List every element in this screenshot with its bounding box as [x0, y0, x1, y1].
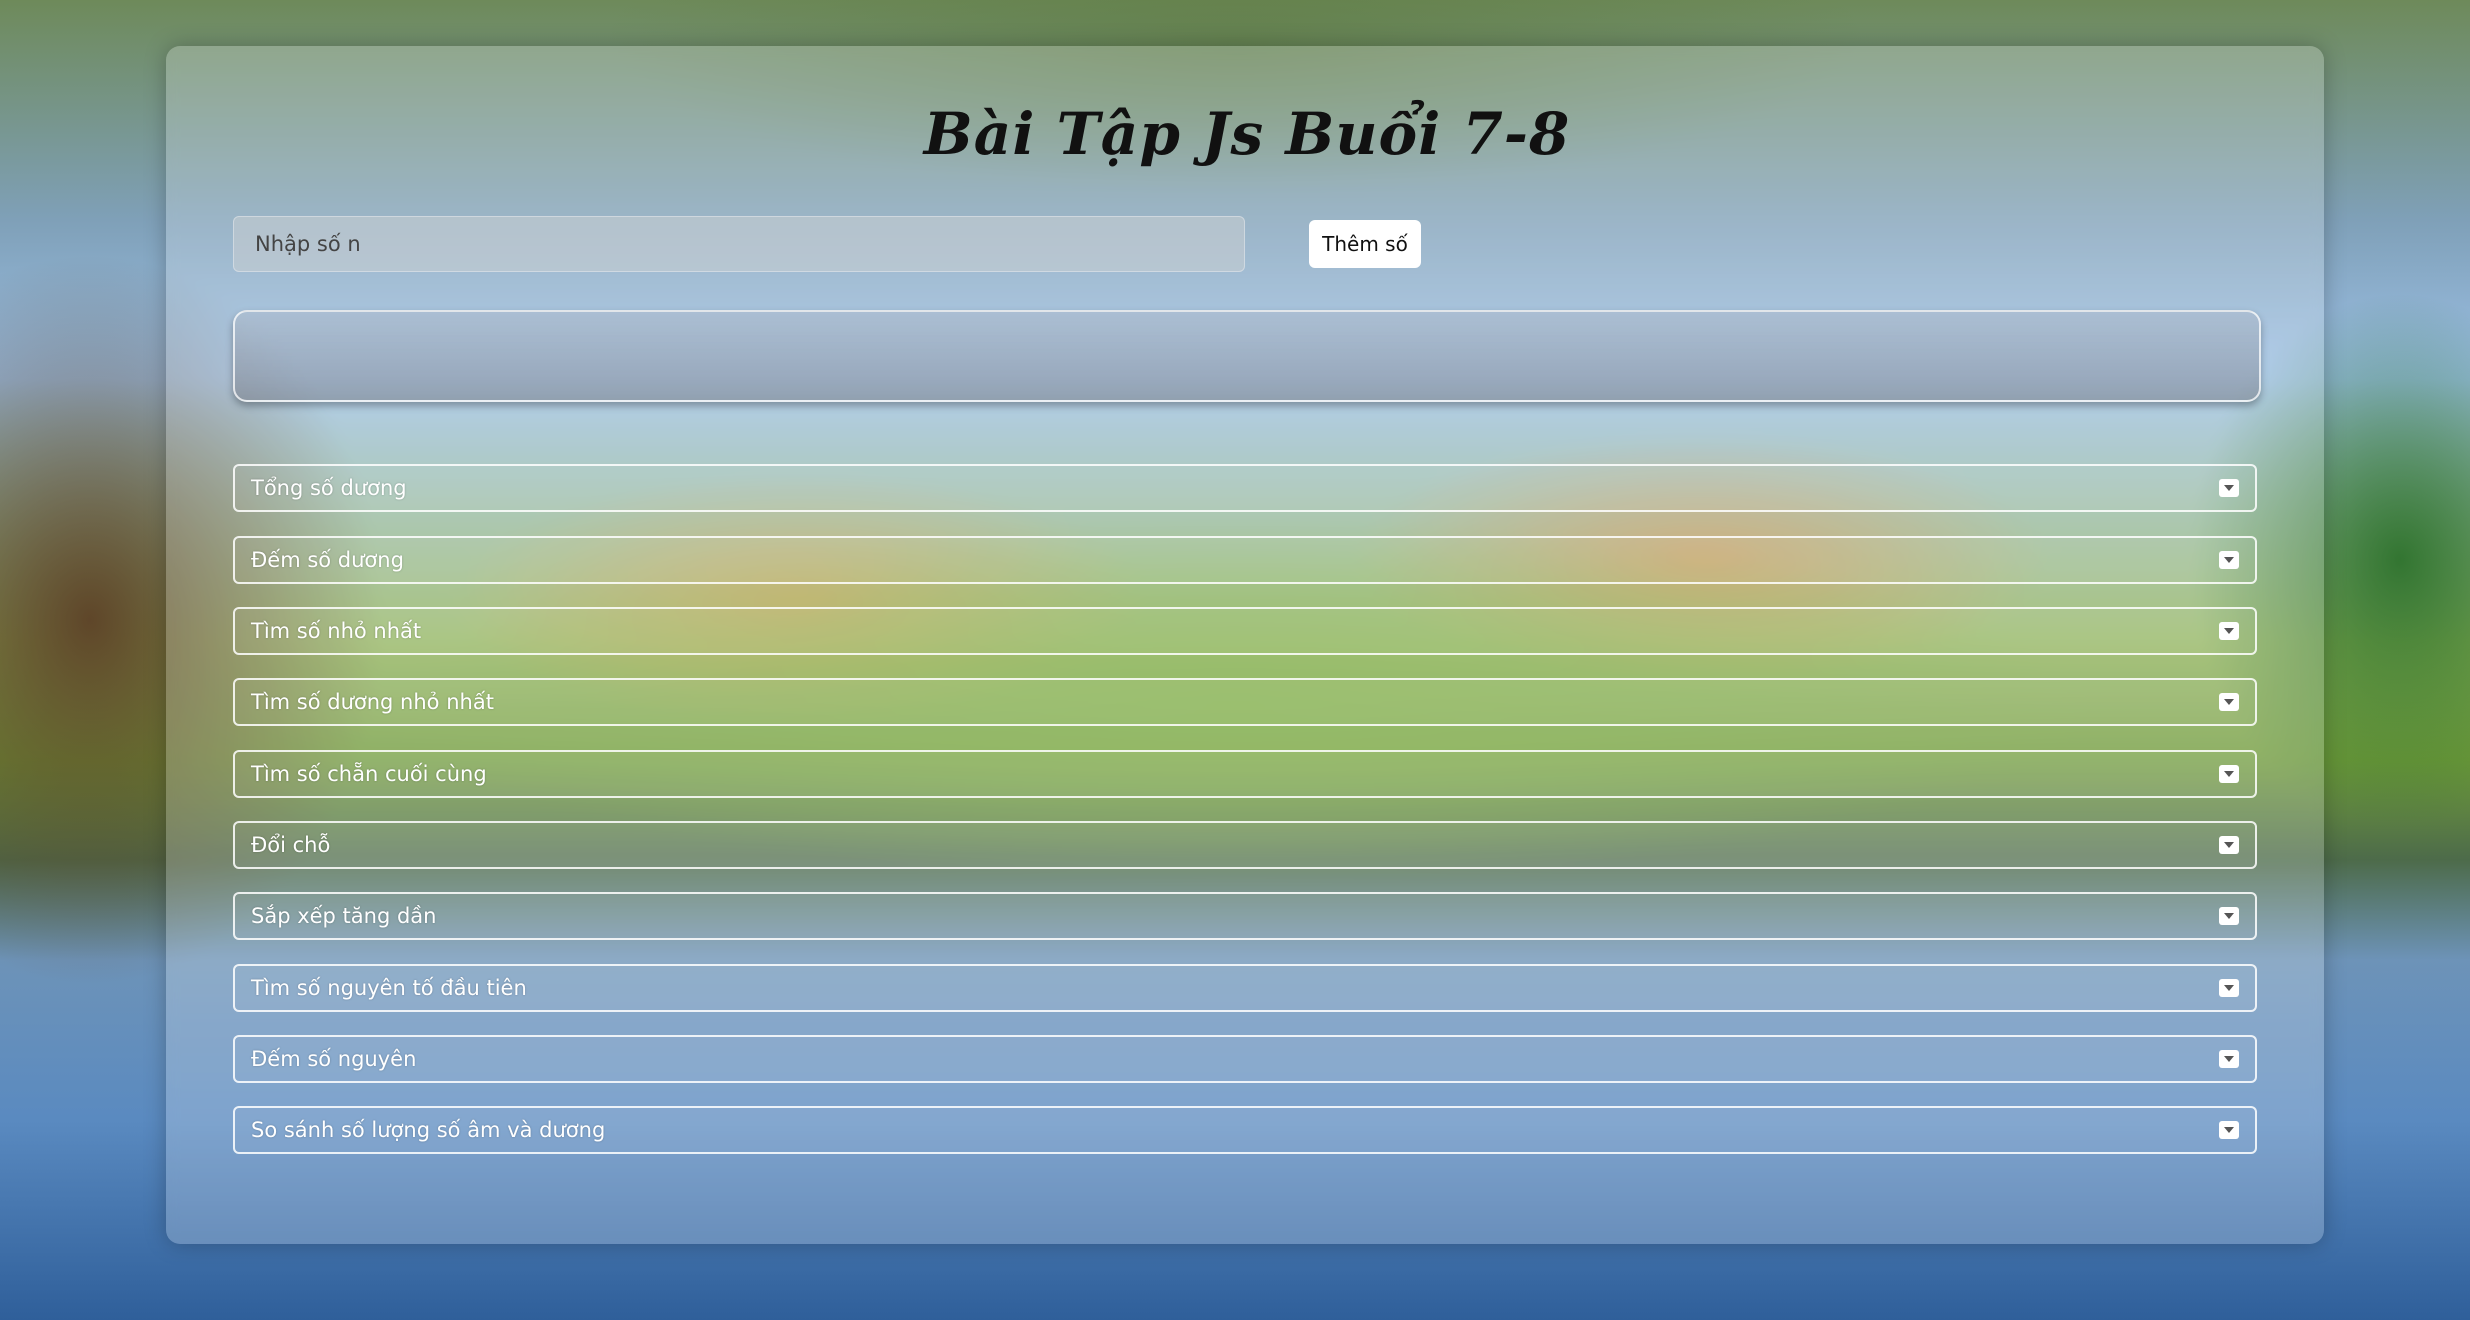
- page-title: Bài Tập Js Buổi 7-8: [923, 100, 1571, 168]
- accordion-item-sort-ascending[interactable]: Sắp xếp tăng dần: [233, 892, 2257, 940]
- accordion-item-find-min[interactable]: Tìm số nhỏ nhất: [233, 607, 2257, 655]
- caret-down-square-icon[interactable]: [2219, 1121, 2239, 1139]
- caret-down-square-icon[interactable]: [2219, 836, 2239, 854]
- accordion-item-label: Tìm số nhỏ nhất: [251, 619, 422, 643]
- result-display: [233, 310, 2261, 402]
- accordion-item-label: Đếm số dương: [251, 548, 404, 572]
- accordion-item-label: Tìm số nguyên tố đầu tiên: [251, 976, 527, 1000]
- caret-down-square-icon[interactable]: [2219, 979, 2239, 997]
- accordion-item-label: Tìm số dương nhỏ nhất: [251, 690, 494, 714]
- caret-down-square-icon[interactable]: [2219, 551, 2239, 569]
- accordion-item-compare-negative-positive[interactable]: So sánh số lượng số âm và dương: [233, 1106, 2257, 1154]
- accordion-item-label: So sánh số lượng số âm và dương: [251, 1118, 606, 1142]
- accordion-item-count-integers[interactable]: Đếm số nguyên: [233, 1035, 2257, 1083]
- accordion-item-last-even[interactable]: Tìm số chẵn cuối cùng: [233, 750, 2257, 798]
- accordion-item-label: Sắp xếp tăng dần: [251, 904, 437, 928]
- caret-down-square-icon[interactable]: [2219, 765, 2239, 783]
- caret-down-square-icon[interactable]: [2219, 622, 2239, 640]
- caret-down-square-icon[interactable]: [2219, 907, 2239, 925]
- accordion-item-sum-positive[interactable]: Tổng số dương: [233, 464, 2257, 512]
- accordion-item-first-prime[interactable]: Tìm số nguyên tố đầu tiên: [233, 964, 2257, 1012]
- number-input-wrapper: [233, 216, 1245, 272]
- caret-down-square-icon[interactable]: [2219, 693, 2239, 711]
- accordion-item-count-positive[interactable]: Đếm số dương: [233, 536, 2257, 584]
- add-number-button[interactable]: Thêm số: [1309, 220, 1421, 268]
- accordion-item-label: Tổng số dương: [251, 476, 407, 500]
- caret-down-square-icon[interactable]: [2219, 1050, 2239, 1068]
- accordion-item-label: Tìm số chẵn cuối cùng: [251, 762, 487, 786]
- caret-down-square-icon[interactable]: [2219, 479, 2239, 497]
- accordion-item-find-min-positive[interactable]: Tìm số dương nhỏ nhất: [233, 678, 2257, 726]
- number-input[interactable]: [233, 216, 1245, 272]
- accordion-item-label: Đổi chỗ: [251, 833, 331, 857]
- accordion-item-swap[interactable]: Đổi chỗ: [233, 821, 2257, 869]
- accordion-item-label: Đếm số nguyên: [251, 1047, 417, 1071]
